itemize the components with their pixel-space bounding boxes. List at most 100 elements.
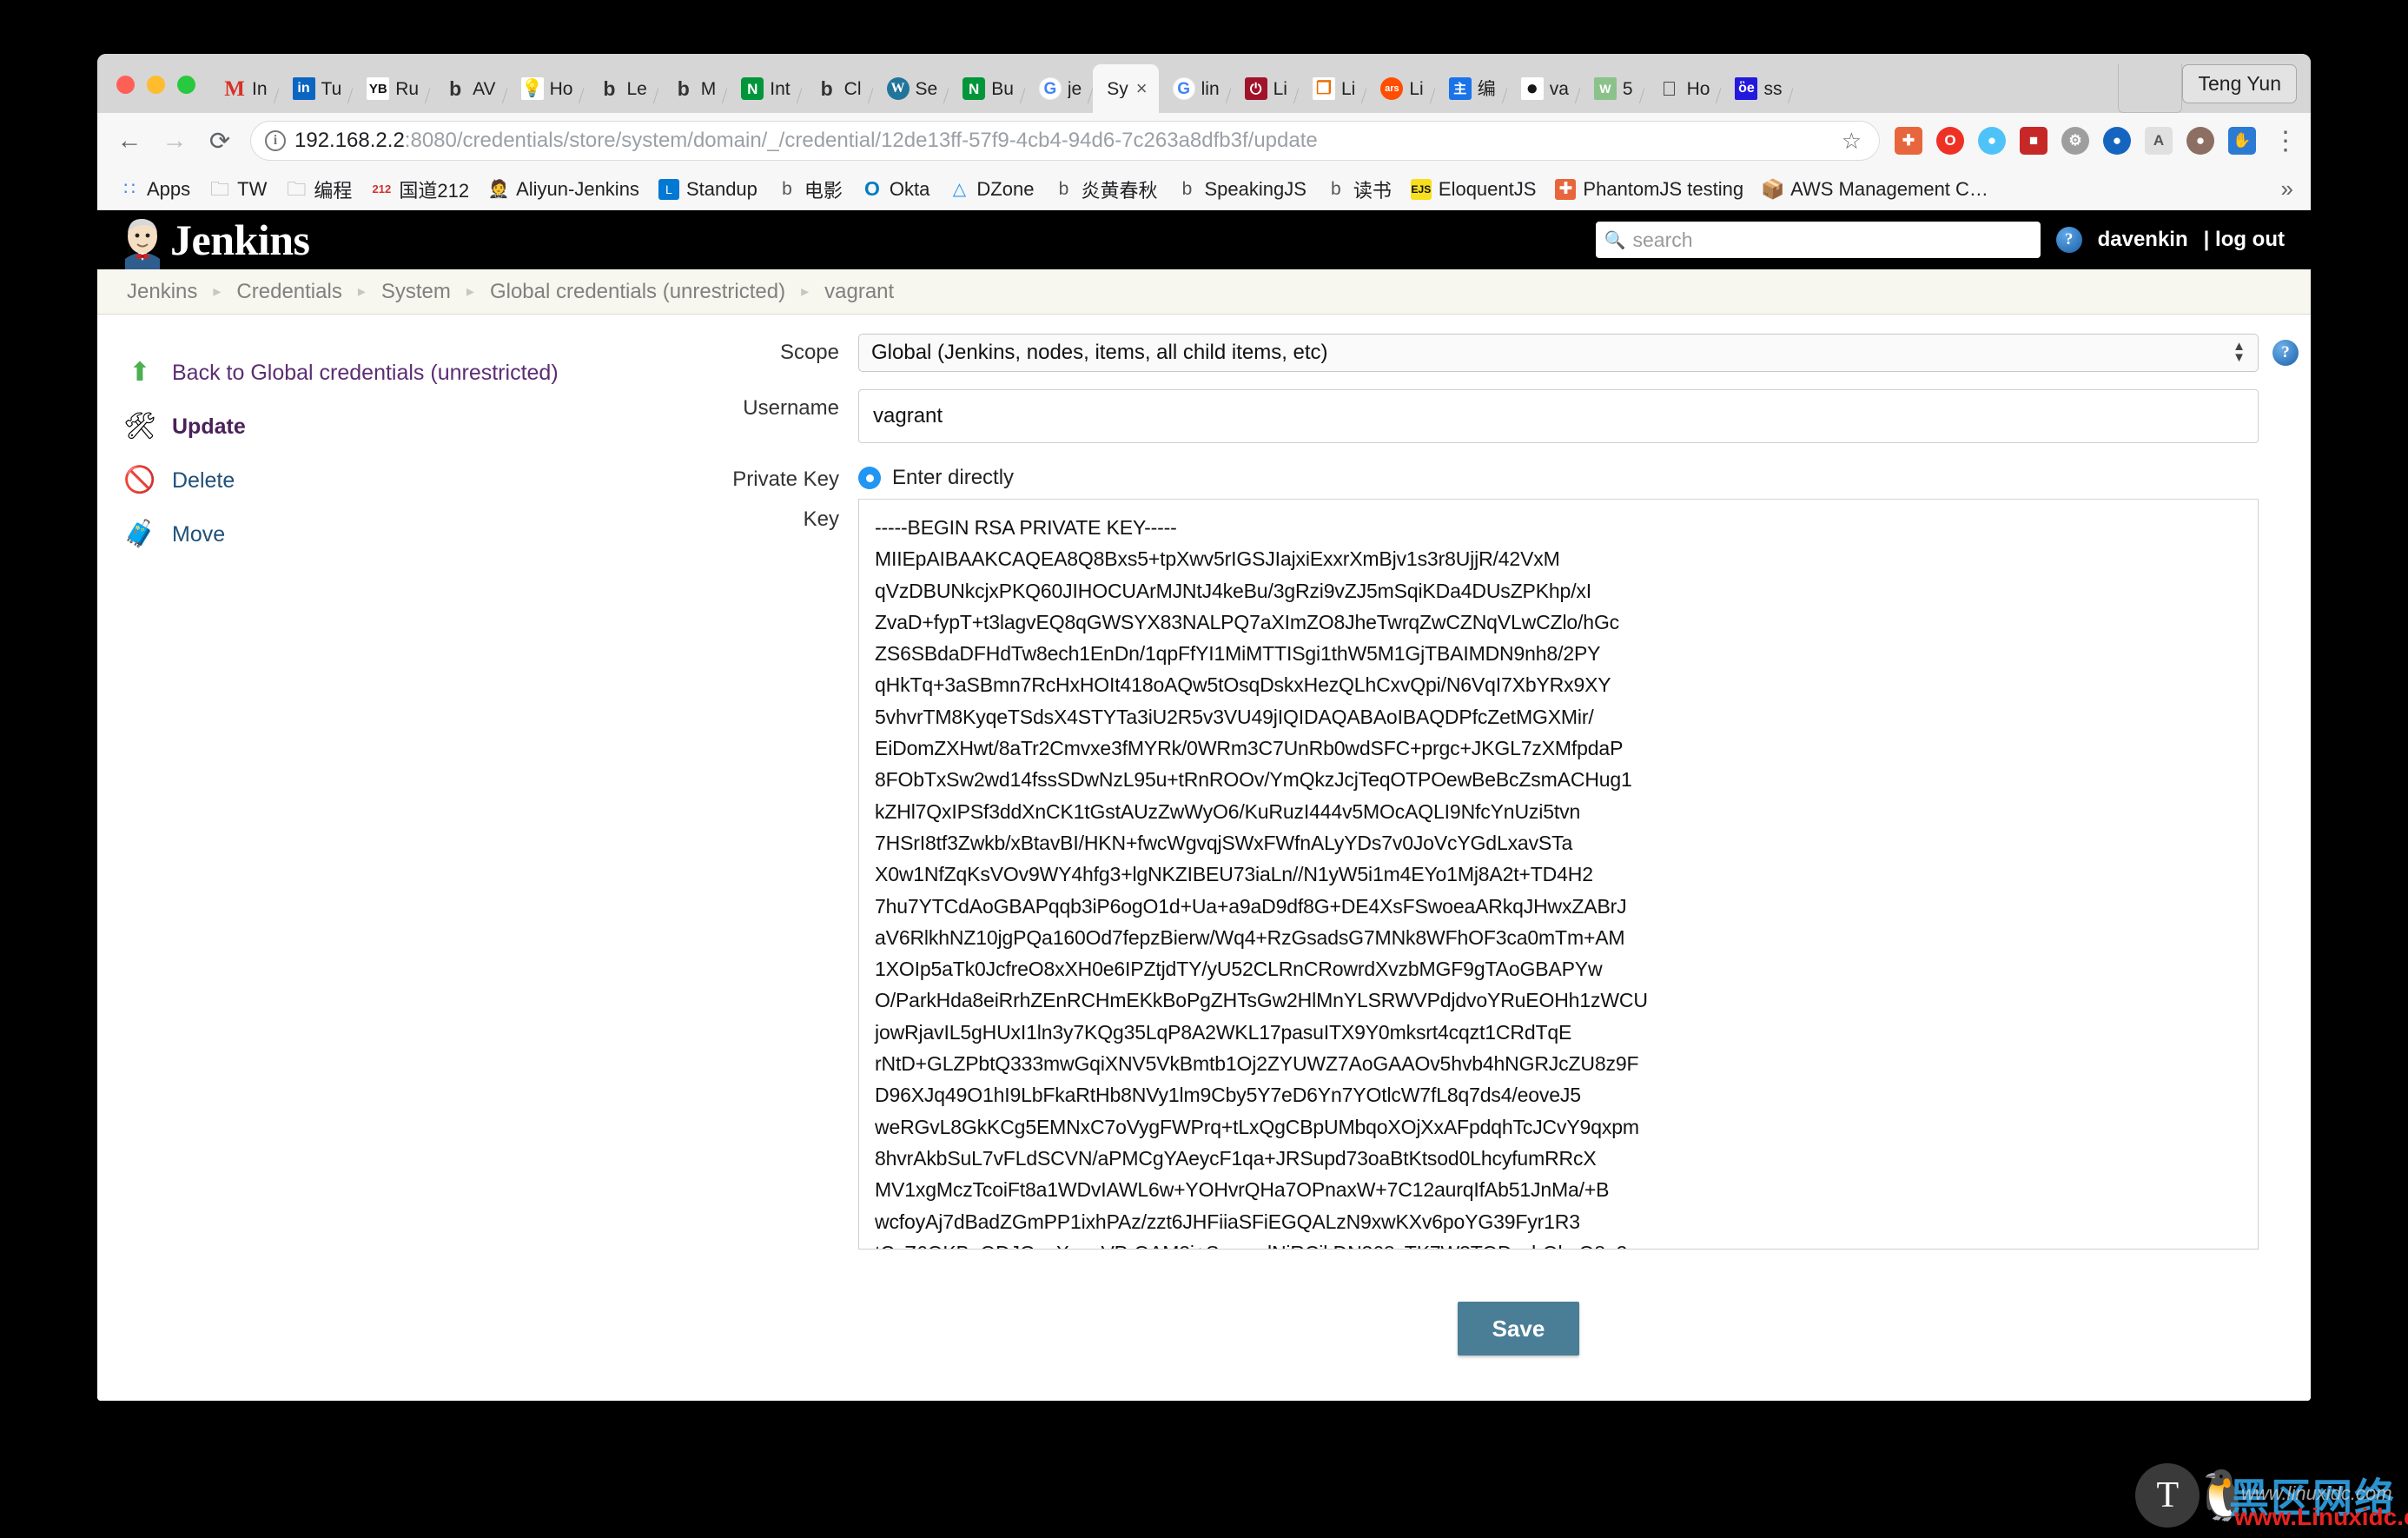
browser-menu-button[interactable]: ⋮ [2272,126,2299,156]
apple-icon:  [1658,77,1681,100]
content-area: ⬆ Back to Global credentials (unrestricte… [97,315,2311,1401]
scope-select[interactable]: Global (Jenkins, nodes, items, all child… [858,334,2259,372]
extension-hand-icon[interactable]: ✋ [2228,127,2256,155]
jenkins-header-right: 🔍 search ? davenkin | log out [1596,222,2311,258]
profile-chip[interactable]: Teng Yun [2182,64,2297,103]
scope-label: Scope [705,334,858,372]
bookmark-item[interactable]: ὜b 炎黄春秋 [1043,172,1167,207]
browser-tab[interactable]: ὃe ss [1721,64,1793,113]
browser-tab[interactable]: YB Ru [353,64,430,113]
back-button[interactable]: ← [109,121,149,161]
extension-red-book-icon[interactable]: ■ [2020,127,2047,155]
bookmarks-overflow-button[interactable]: » [2281,176,2299,202]
browser-tab[interactable]: ὜b AV [430,64,506,113]
bookmark-item[interactable]: 📦 AWS Management C… [1753,175,1998,204]
browser-tab[interactable]: 💡 Ho [507,64,585,113]
bookmark-item[interactable]: ὜b 电影 [767,172,852,207]
search-placeholder: search [1633,229,1693,252]
browser-tab[interactable]: ● va [1507,64,1580,113]
tab-title: Tu [321,80,342,98]
radio-enter-directly[interactable] [858,467,881,489]
enter-directly-option[interactable]: Enter directly [858,461,2259,490]
bookmark-item[interactable]: ὜b 读书 [1316,172,1401,207]
extension-phantomjs-icon[interactable]: ✚ [1895,127,1922,155]
save-button[interactable]: Save [1458,1302,1579,1356]
bookmark-item[interactable]: ∷ Apps [109,175,200,204]
browser-tab[interactable]: ❐ Li [1299,64,1366,113]
private-key-textarea[interactable]: -----BEGIN RSA PRIVATE KEY----- MIIEpAIB… [858,499,2259,1250]
tab-title: 5 [1623,80,1633,98]
site-info-icon[interactable]: i [265,130,286,151]
sidebar-item-move[interactable]: 🧳 Move [123,507,705,561]
bookmark-item[interactable]: 🗀 编程 [276,172,361,207]
breadcrumb-item[interactable]: Credentials [229,280,348,304]
browser-tab[interactable]: Gje [1025,64,1093,113]
jenkins-logo[interactable]: Jenkins [118,210,309,269]
bookmark-item[interactable]: ✚ PhantomJS testing [1545,175,1753,204]
bookmark-star-icon[interactable]: ☆ [1842,128,1862,155]
bookmark-item[interactable]: 🤵 Aliyun-Jenkins [479,175,649,204]
reload-button[interactable]: ⟳ [200,121,240,161]
browser-tab[interactable]: W5 [1580,64,1644,113]
bookmark-label: 读书 [1353,176,1392,203]
new-tab-button[interactable] [2118,64,2182,113]
breadcrumb-item[interactable]: vagrant [817,280,901,304]
breadcrumb-item[interactable]: Jenkins [120,280,204,304]
bookmark-item[interactable]: △ DZone [939,175,1043,204]
breadcrumb-separator: ▸ [206,282,228,301]
browser-tab[interactable]: ars Li [1366,64,1434,113]
sidebar-item-back[interactable]: ⬆ Back to Global credentials (unrestricte… [123,346,705,400]
private-key-row: Private Key Enter directly [705,461,2259,492]
close-window-button[interactable] [116,76,135,94]
maximize-window-button[interactable] [177,76,195,94]
wh-icon: W [1594,77,1617,100]
breadcrumb-item[interactable]: System [374,280,458,304]
minimize-window-button[interactable] [147,76,165,94]
sidebar-item-update[interactable]: 🛠 Update [123,400,705,454]
logout-link[interactable]: | log out [2204,228,2285,252]
user-name-link[interactable]: davenkin [2098,228,2188,252]
extension-blue-icon[interactable]: ● [1978,127,2006,155]
browser-tab[interactable]: in Tu [279,64,354,113]
bookmark-item[interactable]: 🗀 TW [200,175,276,204]
scope-help-icon[interactable]: ? [2272,340,2299,366]
help-icon[interactable]: ? [2056,227,2082,253]
watermark-url-ghost: www.linuxidc.com [2241,1482,2392,1505]
extension-brown-icon[interactable]: ● [2186,127,2214,155]
aws-icon: 📦 [1763,179,1783,200]
browser-tab[interactable]: 主编 [1435,64,1507,113]
browser-tab[interactable]: ὜b Cl [802,64,873,113]
bookmark-item[interactable]: O Okta [852,175,939,204]
browser-tab[interactable]: N Bu [949,64,1025,113]
browser-tab[interactable]: ὜b Le [584,64,658,113]
extension-opera-icon[interactable]: O [1936,127,1964,155]
address-bar[interactable]: i 192.168.2.2:8080/credentials/store/sys… [250,121,1880,161]
browser-tab[interactable]: W Se [873,64,949,113]
browser-tab[interactable]: ὜b M [658,64,728,113]
browser-tab[interactable]: M In [209,64,279,113]
browser-tab[interactable]: N Int [727,64,801,113]
username-input[interactable]: vagrant [858,389,2259,443]
document-icon: ὜b [816,77,838,100]
forward-button[interactable]: → [155,121,195,161]
yb-icon: YB [367,77,389,100]
extension-gear-icon[interactable]: ⚙ [2061,127,2089,155]
document-icon: ὜b [777,179,797,200]
search-input[interactable]: 🔍 search [1596,222,2041,258]
browser-tab[interactable]: Sy × [1093,64,1158,113]
power-icon: ⏻ [1245,77,1267,100]
bookmark-item[interactable]: EJS EloquentJS [1401,175,1546,204]
browser-tab[interactable]:  Ho [1644,64,1722,113]
bookmark-item[interactable]: L Standup [649,175,767,204]
bookmark-item[interactable]: ὜b SpeakingJS [1167,175,1315,204]
close-tab-icon[interactable]: × [1136,79,1148,98]
dzone-icon: △ [949,179,969,200]
extension-a-icon[interactable]: A [2145,127,2173,155]
browser-tab[interactable]: ⏻ Li [1231,64,1299,113]
extension-circle-icon[interactable]: ● [2103,127,2131,155]
bookmark-item[interactable]: 212 国道212 [361,172,479,207]
browser-tab[interactable]: Glin [1159,64,1231,113]
breadcrumb-item[interactable]: Global credentials (unrestricted) [483,280,792,304]
sidebar-item-delete[interactable]: 🚫 Delete [123,454,705,507]
sidebar-item-label: Move [172,522,225,547]
